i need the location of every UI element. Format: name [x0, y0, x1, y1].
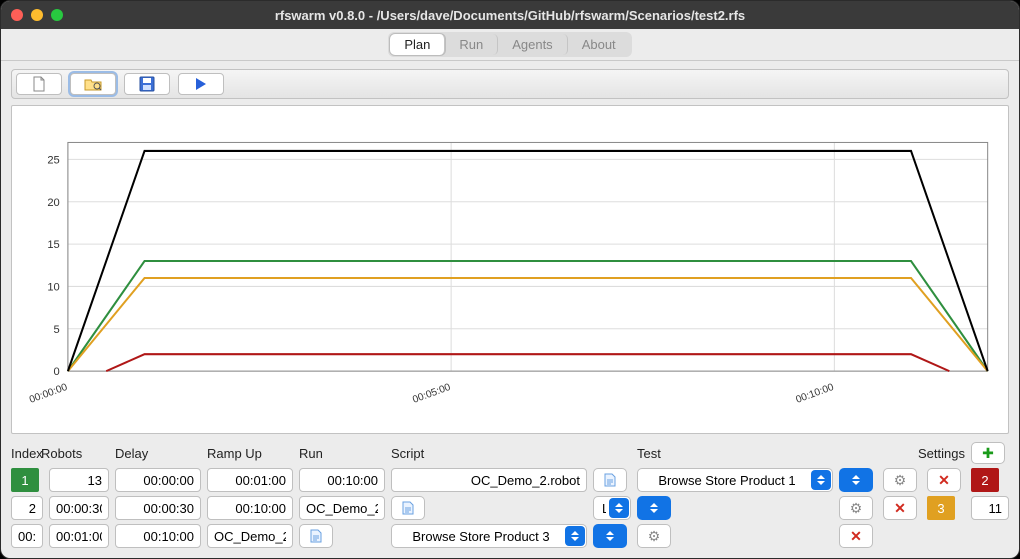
test-select[interactable] [391, 524, 587, 548]
play-button[interactable] [178, 73, 224, 95]
tab-run[interactable]: Run [445, 34, 498, 55]
tab-agents[interactable]: Agents [498, 34, 567, 55]
svg-text:20: 20 [47, 197, 59, 209]
rampup-input[interactable] [49, 524, 109, 548]
delay-input[interactable] [115, 468, 201, 492]
rampup-input[interactable] [207, 468, 293, 492]
col-test: Test [637, 446, 833, 461]
open-button[interactable] [70, 73, 116, 95]
gear-icon: ⚙︎ [648, 528, 661, 545]
row-settings-button[interactable]: ⚙︎ [637, 524, 671, 548]
tabbar: Plan Run Agents About [1, 29, 1019, 61]
col-robots: Robots [41, 446, 109, 461]
zoom-icon[interactable] [51, 9, 63, 21]
toolbar [11, 69, 1009, 99]
run-input[interactable] [299, 468, 385, 492]
svg-text:0: 0 [54, 366, 60, 378]
chevron-updown-icon [650, 503, 658, 513]
delay-input[interactable] [49, 496, 109, 520]
tab-plan[interactable]: Plan [390, 34, 445, 55]
delete-row-button[interactable]: ✕ [883, 496, 917, 520]
window-title: rfswarm v0.8.0 - /Users/dave/Documents/G… [1, 8, 1019, 23]
add-row-button[interactable]: ✚ [971, 442, 1005, 464]
plan-panel: 0 5 10 15 20 25 00:00:00 00:05:00 00:10:00 Index… [1, 61, 1019, 558]
svg-text:00:10:00: 00:10:00 [794, 382, 835, 406]
browse-script-button[interactable] [593, 468, 627, 492]
chevron-updown-icon [852, 475, 860, 485]
svg-text:10: 10 [47, 282, 59, 294]
delete-row-button[interactable]: ✕ [927, 468, 961, 492]
row-index: 1 [11, 468, 39, 492]
minimize-icon[interactable] [31, 9, 43, 21]
svg-text:5: 5 [54, 324, 60, 336]
test-dropdown-toggle[interactable] [637, 496, 671, 520]
svg-text:00:05:00: 00:05:00 [411, 382, 452, 406]
run-input[interactable] [115, 524, 201, 548]
gear-icon: ⚙︎ [894, 472, 907, 489]
row-index: 3 [927, 496, 955, 520]
chevron-updown-icon[interactable] [811, 470, 831, 490]
col-script: Script [391, 446, 587, 461]
row-settings-button[interactable]: ⚙︎ [839, 496, 873, 520]
browse-script-button[interactable] [299, 524, 333, 548]
close-icon[interactable] [11, 9, 23, 21]
close-icon: ✕ [938, 472, 950, 489]
svg-text:15: 15 [47, 239, 59, 251]
new-button[interactable] [16, 73, 62, 95]
titlebar: rfswarm v0.8.0 - /Users/dave/Documents/G… [1, 1, 1019, 29]
row-settings-button[interactable]: ⚙︎ [883, 468, 917, 492]
script-icon [308, 528, 324, 544]
script-icon [400, 500, 416, 516]
save-button[interactable] [124, 73, 170, 95]
tab-group: Plan Run Agents About [388, 32, 631, 57]
plan-grid: Index Robots Delay Ramp Up Run Script Te… [11, 442, 1009, 548]
tab-about[interactable]: About [568, 34, 630, 55]
col-rampup: Ramp Up [207, 446, 293, 461]
col-index: Index [11, 446, 43, 461]
script-icon [602, 472, 618, 488]
delay-input[interactable] [11, 524, 43, 548]
play-icon [195, 77, 207, 91]
row-index: 2 [971, 468, 999, 492]
new-file-icon [32, 76, 46, 92]
robots-input[interactable] [971, 496, 1009, 520]
chevron-updown-icon[interactable] [609, 498, 629, 518]
test-dropdown-toggle[interactable] [593, 524, 627, 548]
test-dropdown-toggle[interactable] [839, 468, 873, 492]
plus-icon: ✚ [982, 445, 994, 462]
plan-chart: 0 5 10 15 20 25 00:00:00 00:05:00 00:10:00 [11, 105, 1009, 434]
app-window: rfswarm v0.8.0 - /Users/dave/Documents/G… [0, 0, 1020, 559]
svg-text:00:00:00: 00:00:00 [28, 382, 69, 406]
close-icon: ✕ [894, 500, 906, 517]
svg-text:25: 25 [47, 154, 59, 166]
col-run: Run [299, 446, 385, 461]
robots-input[interactable] [11, 496, 43, 520]
save-icon [139, 76, 155, 92]
gear-icon: ⚙︎ [850, 500, 863, 517]
col-settings: Settings [883, 446, 965, 461]
open-file-icon [84, 77, 102, 91]
chevron-updown-icon [606, 531, 614, 541]
chevron-updown-icon[interactable] [565, 526, 585, 546]
script-input[interactable] [299, 496, 385, 520]
window-controls [11, 9, 63, 21]
run-input[interactable] [207, 496, 293, 520]
close-icon: ✕ [850, 528, 862, 545]
robots-input[interactable] [49, 468, 109, 492]
rampup-input[interactable] [115, 496, 201, 520]
delete-row-button[interactable]: ✕ [839, 524, 873, 548]
script-input[interactable] [207, 524, 293, 548]
test-select[interactable] [637, 468, 833, 492]
script-input[interactable] [391, 468, 587, 492]
browse-script-button[interactable] [391, 496, 425, 520]
col-delay: Delay [115, 446, 201, 461]
